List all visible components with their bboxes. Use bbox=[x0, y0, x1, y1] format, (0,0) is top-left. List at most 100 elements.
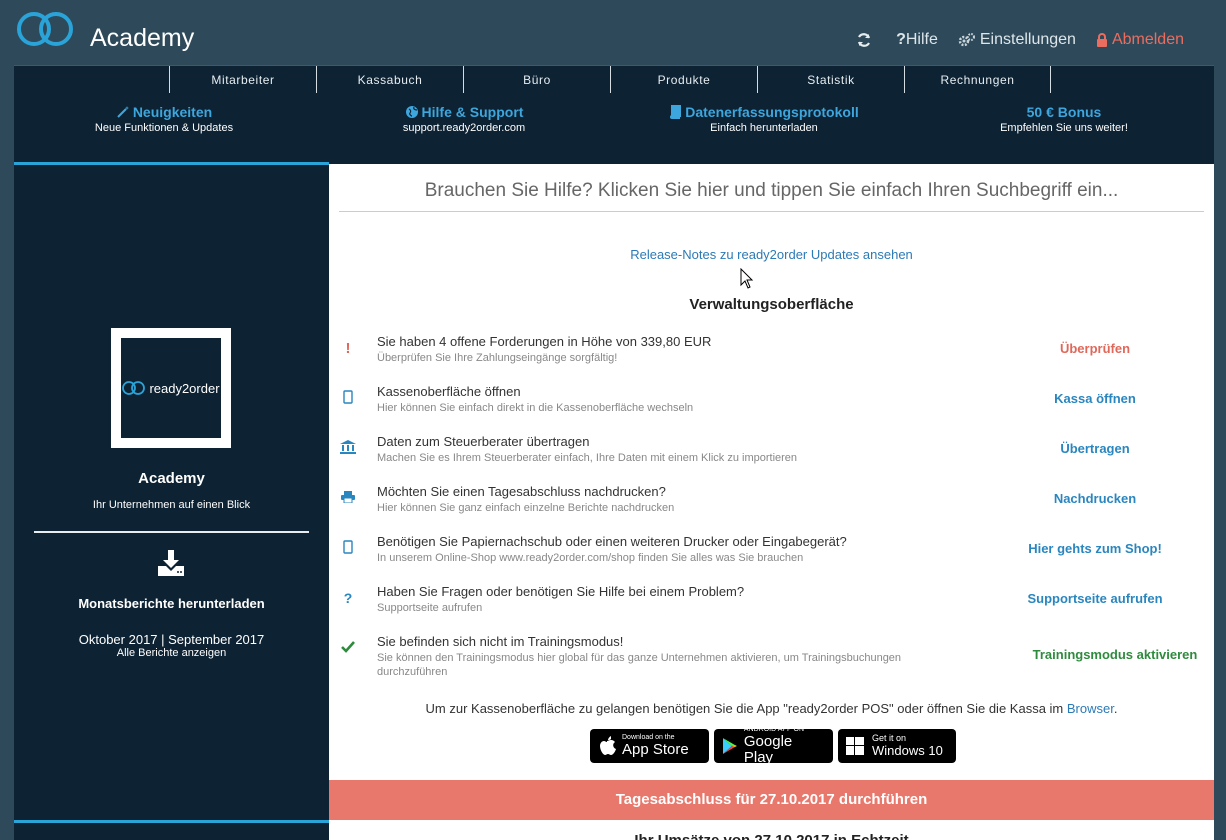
sidebar: ready2order Academy Ihr Unternehmen auf … bbox=[14, 162, 329, 840]
menu-item-produkte[interactable]: Produkte bbox=[610, 66, 757, 93]
daily-closing-button[interactable]: Tagesabschluss für 27.10.2017 durchführe… bbox=[329, 780, 1214, 820]
task-subtitle: Sie können den Trainingsmodus hier globa… bbox=[377, 652, 902, 678]
download-icon bbox=[158, 550, 184, 576]
ready2order-logo[interactable] bbox=[16, 6, 78, 52]
task-subtitle: Hier können Sie ganz einfach einzelne Be… bbox=[377, 502, 675, 514]
task-title: Haben Sie Fragen oder benötigen Sie Hilf… bbox=[377, 584, 745, 599]
protocol-title: Datenerfassungsprotokoll bbox=[685, 104, 859, 120]
all-reports-link[interactable]: Alle Berichte anzeigen bbox=[14, 647, 329, 659]
ready2order-logo-icon bbox=[122, 381, 146, 395]
task-subtitle: Überprüfen Sie Ihre Zahlungseingänge sor… bbox=[377, 352, 618, 364]
task-row-training: Sie befinden sich nicht im Trainingsmodu… bbox=[329, 632, 1214, 688]
navigation-panel: Mitarbeiter Kassabuch Büro Produkte Stat… bbox=[14, 65, 1214, 164]
sidebar-bottom-accent bbox=[14, 820, 329, 823]
main-menu: Mitarbeiter Kassabuch Büro Produkte Stat… bbox=[169, 66, 1051, 93]
app-store-badges: Download on the App Store ANDROID APP ON… bbox=[590, 726, 961, 766]
main-content: Brauchen Sie Hilfe? Klicken Sie hier und… bbox=[329, 164, 1214, 840]
task-row-shop: Benötigen Sie Papiernachschub oder einen… bbox=[329, 532, 1214, 578]
menu-item-kassabuch[interactable]: Kassabuch bbox=[316, 66, 463, 93]
help-search-input[interactable]: Brauchen Sie Hilfe? Klicken Sie hier und… bbox=[339, 176, 1204, 212]
exclamation-icon: ! bbox=[345, 340, 351, 357]
support-page-button[interactable]: Supportseite aufrufen bbox=[969, 591, 1221, 606]
bonus-subtitle: Empfehlen Sie uns weiter! bbox=[1000, 122, 1128, 134]
menu-item-statistik[interactable]: Statistik bbox=[757, 66, 904, 93]
activate-training-button[interactable]: Trainingsmodus aktivieren bbox=[989, 647, 1226, 662]
quick-link-protocol[interactable]: Datenerfassungsprotokoll Einfach herunte… bbox=[614, 104, 914, 134]
mouse-cursor-icon bbox=[740, 268, 754, 289]
task-row-claims: ! Sie haben 4 offene Forderungen in Höhe… bbox=[329, 332, 1214, 378]
menu-item-mitarbeiter[interactable]: Mitarbeiter bbox=[169, 66, 316, 93]
menu-item-buero[interactable]: Büro bbox=[463, 66, 610, 93]
company-logo: ready2order bbox=[121, 338, 221, 438]
quick-link-support[interactable]: Hilfe & Support support.ready2order.com bbox=[314, 104, 614, 134]
bank-icon bbox=[339, 440, 357, 459]
open-pos-button[interactable]: Kassa öffnen bbox=[969, 391, 1221, 406]
google-play-badge[interactable]: ANDROID APP ON Google Play bbox=[714, 726, 833, 766]
settings-link[interactable]: Einstellungen bbox=[958, 31, 1076, 49]
printer-icon bbox=[339, 490, 357, 508]
question-icon: ? bbox=[896, 31, 906, 48]
reprint-button[interactable]: Nachdrucken bbox=[969, 491, 1221, 506]
pos-app-note: Um zur Kassenoberfläche zu gelangen benö… bbox=[425, 701, 1118, 716]
download-reports-button[interactable] bbox=[157, 550, 185, 581]
quick-link-bonus[interactable]: 50 € Bonus Empfehlen Sie uns weiter! bbox=[914, 104, 1214, 134]
menu-item-rechnungen[interactable]: Rechnungen bbox=[904, 66, 1051, 93]
store-large-text: Google Play bbox=[743, 733, 793, 766]
quick-links: Neuigkeiten Neue Funktionen & Updates Hi… bbox=[14, 104, 1214, 134]
task-title: Sie befinden sich nicht im Trainingsmodu… bbox=[377, 634, 624, 649]
task-title: Benötigen Sie Papiernachschub oder einen… bbox=[377, 534, 847, 549]
tablet-icon bbox=[339, 540, 357, 559]
gears-icon bbox=[958, 33, 975, 47]
monthly-report-links[interactable]: Oktober 2017 | September 2017 bbox=[14, 632, 329, 647]
top-actions: ? Hilfe Einstellungen Abmelden bbox=[836, 31, 1184, 49]
task-row-reprint: Möchten Sie einen Tagesabschluss nachdru… bbox=[329, 482, 1214, 528]
app-title: Academy bbox=[90, 24, 195, 52]
store-large-text: App Store bbox=[622, 741, 689, 758]
google-play-icon bbox=[722, 738, 737, 754]
store-small-text: Get it on bbox=[872, 733, 907, 743]
tablet-icon bbox=[339, 390, 357, 409]
task-title: Daten zum Steuerberater übertragen bbox=[377, 434, 590, 449]
refresh-button[interactable] bbox=[856, 32, 876, 48]
task-row-support: ? Haben Sie Fragen oder benötigen Sie Hi… bbox=[329, 582, 1214, 628]
company-tagline: Ihr Unternehmen auf einen Blick bbox=[92, 499, 251, 511]
task-title: Möchten Sie einen Tagesabschluss nachdru… bbox=[377, 484, 666, 499]
logout-link[interactable]: Abmelden bbox=[1096, 31, 1184, 49]
help-link[interactable]: ? Hilfe bbox=[896, 31, 938, 49]
task-subtitle: In unserem Online-Shop www.ready2order.c… bbox=[377, 552, 804, 564]
bonus-title: 50 € Bonus bbox=[1026, 104, 1102, 120]
logout-label: Abmelden bbox=[1111, 31, 1184, 48]
question-icon: ? bbox=[343, 590, 353, 606]
task-row-tax-advisor: Daten zum Steuerberater übertragen Mache… bbox=[329, 432, 1214, 478]
section-heading: Verwaltungsoberfläche bbox=[689, 296, 854, 313]
quick-link-news[interactable]: Neuigkeiten Neue Funktionen & Updates bbox=[14, 104, 314, 134]
app-store-badge[interactable]: Download on the App Store bbox=[590, 729, 709, 763]
help-label: Hilfe bbox=[905, 31, 938, 48]
pos-app-note-text: Um zur Kassenoberfläche zu gelangen benö… bbox=[425, 701, 1064, 716]
news-subtitle: Neue Funktionen & Updates bbox=[94, 122, 234, 134]
task-title: Sie haben 4 offene Forderungen in Höhe v… bbox=[377, 334, 712, 349]
task-subtitle: Hier können Sie einfach direkt in die Ka… bbox=[377, 402, 694, 414]
company-name: Academy bbox=[138, 470, 205, 487]
book-icon bbox=[670, 105, 682, 119]
windows-store-badge[interactable]: Get it on Windows 10 bbox=[838, 729, 956, 763]
company-logo-text: ready2order bbox=[149, 380, 220, 396]
refresh-icon bbox=[858, 33, 871, 47]
magic-wand-icon bbox=[117, 106, 129, 118]
sidebar-divider bbox=[34, 531, 309, 533]
browser-link[interactable]: Browser bbox=[1067, 701, 1114, 716]
shop-button[interactable]: Hier gehts zum Shop! bbox=[969, 541, 1221, 556]
check-icon bbox=[339, 640, 357, 658]
release-notes-link[interactable]: Release-Notes zu ready2order Updates ans… bbox=[329, 247, 1214, 262]
top-bar: Academy ? Hilfe Einstellungen Abmelden bbox=[0, 0, 1226, 65]
globe-icon bbox=[405, 106, 418, 118]
task-subtitle: Machen Sie es Ihrem Steuerberater einfac… bbox=[377, 452, 798, 464]
windows-icon bbox=[846, 737, 864, 755]
news-title: Neuigkeiten bbox=[132, 104, 213, 120]
company-logo-box: ready2order bbox=[111, 328, 231, 448]
review-button[interactable]: Überprüfen bbox=[969, 341, 1221, 356]
lock-icon bbox=[1096, 33, 1107, 47]
task-title: Kassenoberfläche öffnen bbox=[377, 384, 521, 399]
transfer-button[interactable]: Übertragen bbox=[969, 441, 1221, 456]
realtime-revenue-heading: Ihr Umsätze von 27.10.2017 in Echtzeit bbox=[329, 832, 1214, 840]
